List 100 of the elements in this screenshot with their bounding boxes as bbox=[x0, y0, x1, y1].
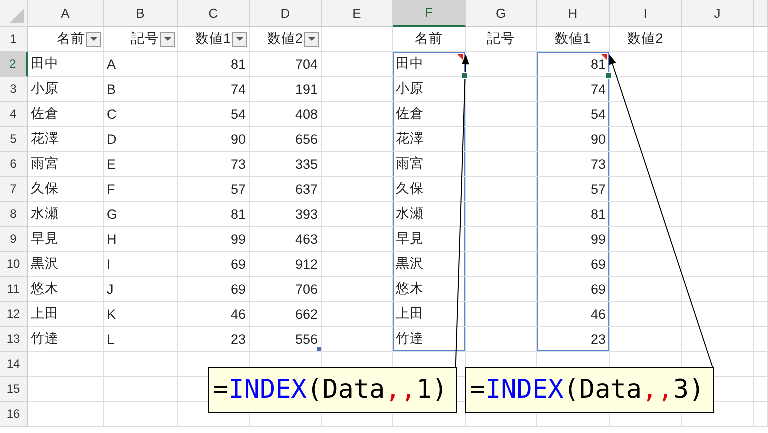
formula-callout: =INDEX(Data,,1) bbox=[208, 367, 457, 413]
table-cell: H bbox=[104, 227, 178, 252]
dropdown-icon bbox=[164, 36, 172, 42]
row-header[interactable]: 5 bbox=[0, 127, 28, 152]
filter-button[interactable] bbox=[304, 32, 319, 46]
table-cell: 雨宮 bbox=[28, 152, 104, 177]
fill-handle[interactable] bbox=[461, 72, 468, 79]
table-cell: 46 bbox=[178, 302, 250, 327]
table-cell: 54 bbox=[537, 102, 610, 127]
table-cell bbox=[466, 127, 537, 152]
row-header[interactable]: 12 bbox=[0, 302, 28, 327]
table-cell bbox=[322, 252, 393, 277]
select-all-icon bbox=[10, 9, 24, 23]
table-cell: F bbox=[104, 177, 178, 202]
column-header[interactable]: J bbox=[682, 0, 754, 27]
dropdown-icon bbox=[308, 36, 316, 42]
filter-button[interactable] bbox=[232, 32, 247, 46]
table-cell: 黒沢 bbox=[28, 252, 104, 277]
row-header[interactable]: 14 bbox=[0, 352, 28, 377]
table-cell: 57 bbox=[178, 177, 250, 202]
table-cell bbox=[466, 152, 537, 177]
row-header[interactable]: 1 bbox=[0, 27, 28, 52]
table-cell bbox=[682, 127, 754, 152]
row-header[interactable]: 3 bbox=[0, 77, 28, 102]
table-cell: K bbox=[104, 302, 178, 327]
row-header[interactable]: 16 bbox=[0, 402, 28, 427]
table-cell bbox=[466, 102, 537, 127]
table-cell: 408 bbox=[250, 102, 322, 127]
column-header[interactable]: D bbox=[250, 0, 322, 27]
table-cell bbox=[466, 302, 537, 327]
table-cell bbox=[682, 177, 754, 202]
filter-button[interactable] bbox=[86, 32, 101, 46]
table-cell bbox=[322, 227, 393, 252]
table-cell: 704 bbox=[250, 52, 322, 77]
table-cell bbox=[754, 52, 768, 77]
table-cell: 数値1 bbox=[537, 27, 610, 52]
table-cell: 191 bbox=[250, 77, 322, 102]
table-cell bbox=[754, 127, 768, 152]
table-cell bbox=[682, 202, 754, 227]
formula-callout: =INDEX(Data,,3) bbox=[464, 367, 714, 413]
resize-handle-icon[interactable] bbox=[317, 347, 321, 351]
row-header[interactable]: 11 bbox=[0, 277, 28, 302]
table-cell bbox=[682, 227, 754, 252]
table-cell: 54 bbox=[178, 102, 250, 127]
table-cell bbox=[466, 277, 537, 302]
row-header[interactable]: 7 bbox=[0, 177, 28, 202]
row-header[interactable]: 4 bbox=[0, 102, 28, 127]
table-cell: I bbox=[104, 252, 178, 277]
column-header[interactable]: B bbox=[104, 0, 178, 27]
table-cell: 水瀬 bbox=[28, 202, 104, 227]
table-cell bbox=[466, 202, 537, 227]
table-cell: 90 bbox=[537, 127, 610, 152]
table-cell bbox=[754, 327, 768, 352]
table-cell: 99 bbox=[178, 227, 250, 252]
row-header[interactable]: 6 bbox=[0, 152, 28, 177]
table-cell bbox=[610, 302, 682, 327]
row-header[interactable]: 9 bbox=[0, 227, 28, 252]
column-header[interactable]: E bbox=[322, 0, 393, 27]
column-header[interactable]: C bbox=[178, 0, 250, 27]
table-cell bbox=[466, 227, 537, 252]
header-label: 数値1 bbox=[195, 30, 231, 48]
column-header[interactable]: G bbox=[466, 0, 537, 27]
table-cell: 81 bbox=[178, 202, 250, 227]
table-cell bbox=[322, 52, 393, 77]
table-cell bbox=[466, 177, 537, 202]
table-cell: 73 bbox=[537, 152, 610, 177]
table-cell bbox=[682, 152, 754, 177]
table-cell bbox=[466, 77, 537, 102]
table-cell: J bbox=[104, 277, 178, 302]
table-cell bbox=[754, 27, 768, 52]
table-cell bbox=[754, 77, 768, 102]
column-header[interactable]: H bbox=[537, 0, 610, 27]
table-cell: B bbox=[104, 77, 178, 102]
filter-button[interactable] bbox=[160, 32, 175, 46]
table-cell: 上田 bbox=[28, 302, 104, 327]
table-cell: 69 bbox=[537, 252, 610, 277]
row-header[interactable]: 15 bbox=[0, 377, 28, 402]
row-header[interactable]: 2 bbox=[0, 52, 28, 77]
row-header[interactable]: 10 bbox=[0, 252, 28, 277]
table-cell bbox=[754, 252, 768, 277]
table-cell: 悠木 bbox=[28, 277, 104, 302]
table-cell bbox=[754, 402, 768, 427]
fill-handle[interactable] bbox=[605, 72, 612, 79]
table-cell: 335 bbox=[250, 152, 322, 177]
column-header[interactable]: I bbox=[610, 0, 682, 27]
row-header[interactable]: 13 bbox=[0, 327, 28, 352]
row-header[interactable]: 8 bbox=[0, 202, 28, 227]
table-cell bbox=[754, 277, 768, 302]
table-cell: 90 bbox=[178, 127, 250, 152]
column-header[interactable]: F bbox=[393, 0, 466, 27]
table-cell: 小原 bbox=[28, 77, 104, 102]
table-cell bbox=[682, 77, 754, 102]
table-cell bbox=[322, 302, 393, 327]
table-cell: 662 bbox=[250, 302, 322, 327]
table-cell: 99 bbox=[537, 227, 610, 252]
table-cell bbox=[322, 127, 393, 152]
table-cell: 656 bbox=[250, 127, 322, 152]
table-cell: D bbox=[104, 127, 178, 152]
table-cell: 佐倉 bbox=[28, 102, 104, 127]
column-header[interactable]: A bbox=[28, 0, 104, 27]
